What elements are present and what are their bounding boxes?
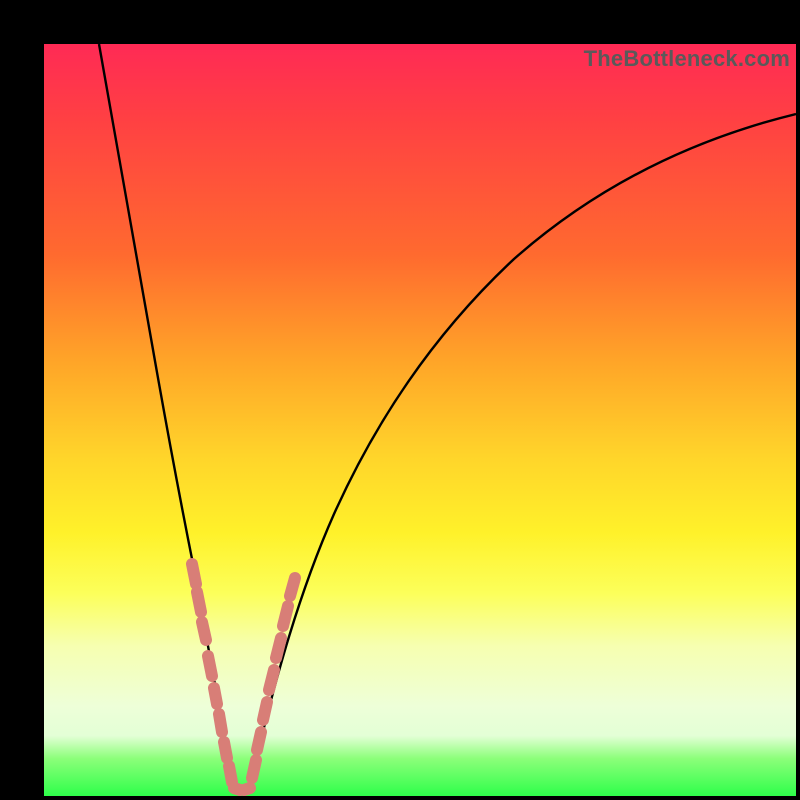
marker	[252, 760, 256, 778]
marker	[276, 638, 281, 658]
marker	[244, 788, 250, 790]
marker	[269, 670, 274, 690]
marker	[208, 656, 212, 676]
chart-frame: TheBottleneck.com	[20, 20, 780, 780]
marker	[202, 622, 206, 640]
marker	[224, 742, 227, 758]
marker	[192, 564, 196, 584]
curve-layer	[44, 44, 796, 796]
right-branch-curve	[249, 114, 796, 789]
watermark-label: TheBottleneck.com	[584, 46, 790, 72]
marker	[219, 714, 222, 732]
plot-area: TheBottleneck.com	[44, 44, 796, 796]
marker	[197, 592, 201, 612]
marker	[263, 702, 267, 720]
marker-group	[192, 564, 295, 790]
marker	[290, 578, 295, 596]
marker	[283, 606, 288, 626]
marker	[214, 688, 217, 704]
marker	[229, 766, 232, 782]
marker	[257, 732, 261, 750]
